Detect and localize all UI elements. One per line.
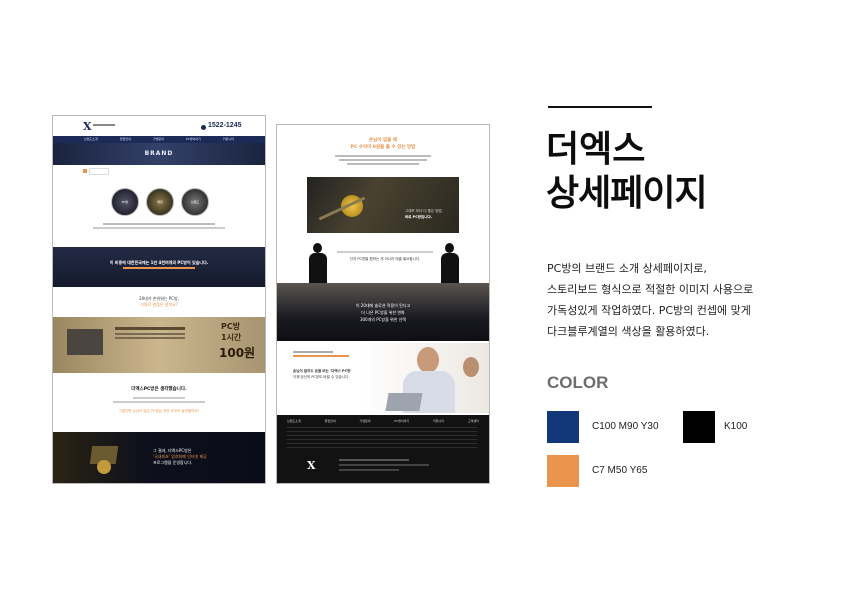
promo-line: 100원 xyxy=(219,346,256,360)
promo-image: PC방 1시간 100원 xyxy=(53,317,265,373)
orange-sub: 이대로 괜찮은 걸까요? xyxy=(140,302,178,307)
description-line: 가독성있게 작업하였다. PC방의 컨셉에 맞게 xyxy=(547,304,751,317)
feature-circle: 매장 xyxy=(146,188,174,216)
color-swatch-black xyxy=(683,411,715,443)
feature-circle: PC방 xyxy=(111,188,139,216)
description: PC방의 브랜드 소개 상세페이지로, 스토리보드 형식으로 적절한 이미지 사… xyxy=(547,258,753,342)
silhouette-right xyxy=(439,243,461,283)
footer-logo: X xyxy=(307,459,316,472)
nav-item[interactable]: PC방이야기 xyxy=(186,136,201,143)
promo-line: PC방 xyxy=(221,322,241,331)
banner-title: BRAND xyxy=(144,150,174,157)
title-divider xyxy=(548,106,652,108)
brand-banner: BRAND xyxy=(53,143,265,165)
phone-number: 1522-1245 xyxy=(208,122,242,129)
description-line: 스토리보드 형식으로 적절한 이미지 사용으로 xyxy=(547,283,754,296)
color-swatch-navy xyxy=(547,411,579,443)
breadcrumb-box xyxy=(89,168,109,175)
footer-col: 창업안내 xyxy=(324,419,336,423)
logo-x: X xyxy=(83,120,92,133)
feature-circle: 브랜드 xyxy=(181,188,209,216)
promo-line: 1시간 xyxy=(221,333,242,342)
coin-image: 그래프 보다 더 좋은 방법, 바로 PC방입니다. xyxy=(307,177,459,233)
phone-icon xyxy=(201,125,206,130)
page-title-line2: 상세페이지 xyxy=(546,173,708,214)
headline-1: 손님이 없을 때 xyxy=(369,138,397,143)
page-title-line1: 더엑스 xyxy=(546,129,646,170)
statistic-band: 이 비중에 대한민국에는 1만 4천여개의 PC방이 있습니다. xyxy=(53,247,265,287)
question-orange: 그렇다면 손님이 많은 PC방은 과연 무엇이 달랐을까요? xyxy=(118,409,200,413)
nav-item[interactable]: 가맹문의 xyxy=(153,136,164,143)
footer-col: 커뮤니티 xyxy=(433,419,445,423)
color-label-black: K100 xyxy=(724,421,748,432)
right-mockup: 손님이 없을 때 PC 수익이 0원을 뚫 수 있는 방법 그래프 보다 더 좋… xyxy=(276,124,490,484)
mock-footer: 그 결과, 더엑스PC방은 '국내최초' 암호화폐 인터넷 제공 프로그램을 운… xyxy=(53,432,265,483)
silhouette-left xyxy=(307,243,329,283)
description-line: 다크블루계열의 색상을 활용하였다. xyxy=(547,325,710,338)
footer-col: 고객센터 xyxy=(467,419,479,423)
nav-item[interactable]: 창업안내 xyxy=(120,136,131,143)
question-text: 더엑스PC방은 생각했습니다. xyxy=(131,387,187,392)
footer-col: 브랜드소개 xyxy=(287,419,301,423)
footer-col: PC방이야기 xyxy=(394,419,410,423)
description-line: PC방의 브랜드 소개 상세페이지로, xyxy=(547,262,707,275)
breadcrumb xyxy=(83,169,87,173)
silhouette-caption: 단지 PC방을 원하는 게 아니라 매출 필요합니다. xyxy=(349,257,421,261)
color-label-orange: C7 M50 Y65 xyxy=(592,465,648,476)
left-mockup: X 1522-1245 브랜드소개 창업안내 가맹문의 PC방이야기 커뮤니티 … xyxy=(52,115,266,484)
circles-caption xyxy=(103,223,215,225)
pc-room-image: 이 20대에 솔루션 적용이 된다고 더 나은 PC방을 위한 변화 300개의… xyxy=(277,283,489,341)
color-label-navy: C100 M90 Y30 xyxy=(592,421,659,432)
mock-nav: 브랜드소개 창업안내 가맹문의 PC방이야기 커뮤니티 xyxy=(53,136,265,143)
ad-section: 손님이 없어도 돈을 버는 '더엑스 PC방' 이제 당신의 PC방도 바뀔 수… xyxy=(277,343,489,413)
color-heading: COLOR xyxy=(547,373,609,392)
color-swatch-orange xyxy=(547,455,579,487)
logo-text xyxy=(93,124,115,126)
footer-col: 가맹문의 xyxy=(359,419,371,423)
nav-item[interactable]: 브랜드소개 xyxy=(84,136,98,143)
headline-2: PC 수익이 0원을 뚫 수 있는 방법 xyxy=(350,145,416,150)
site-footer: 브랜드소개 창업안내 가맹문의 PC방이야기 커뮤니티 고객센터 X xyxy=(277,415,489,483)
nav-item[interactable]: 커뮤니티 xyxy=(223,136,234,143)
